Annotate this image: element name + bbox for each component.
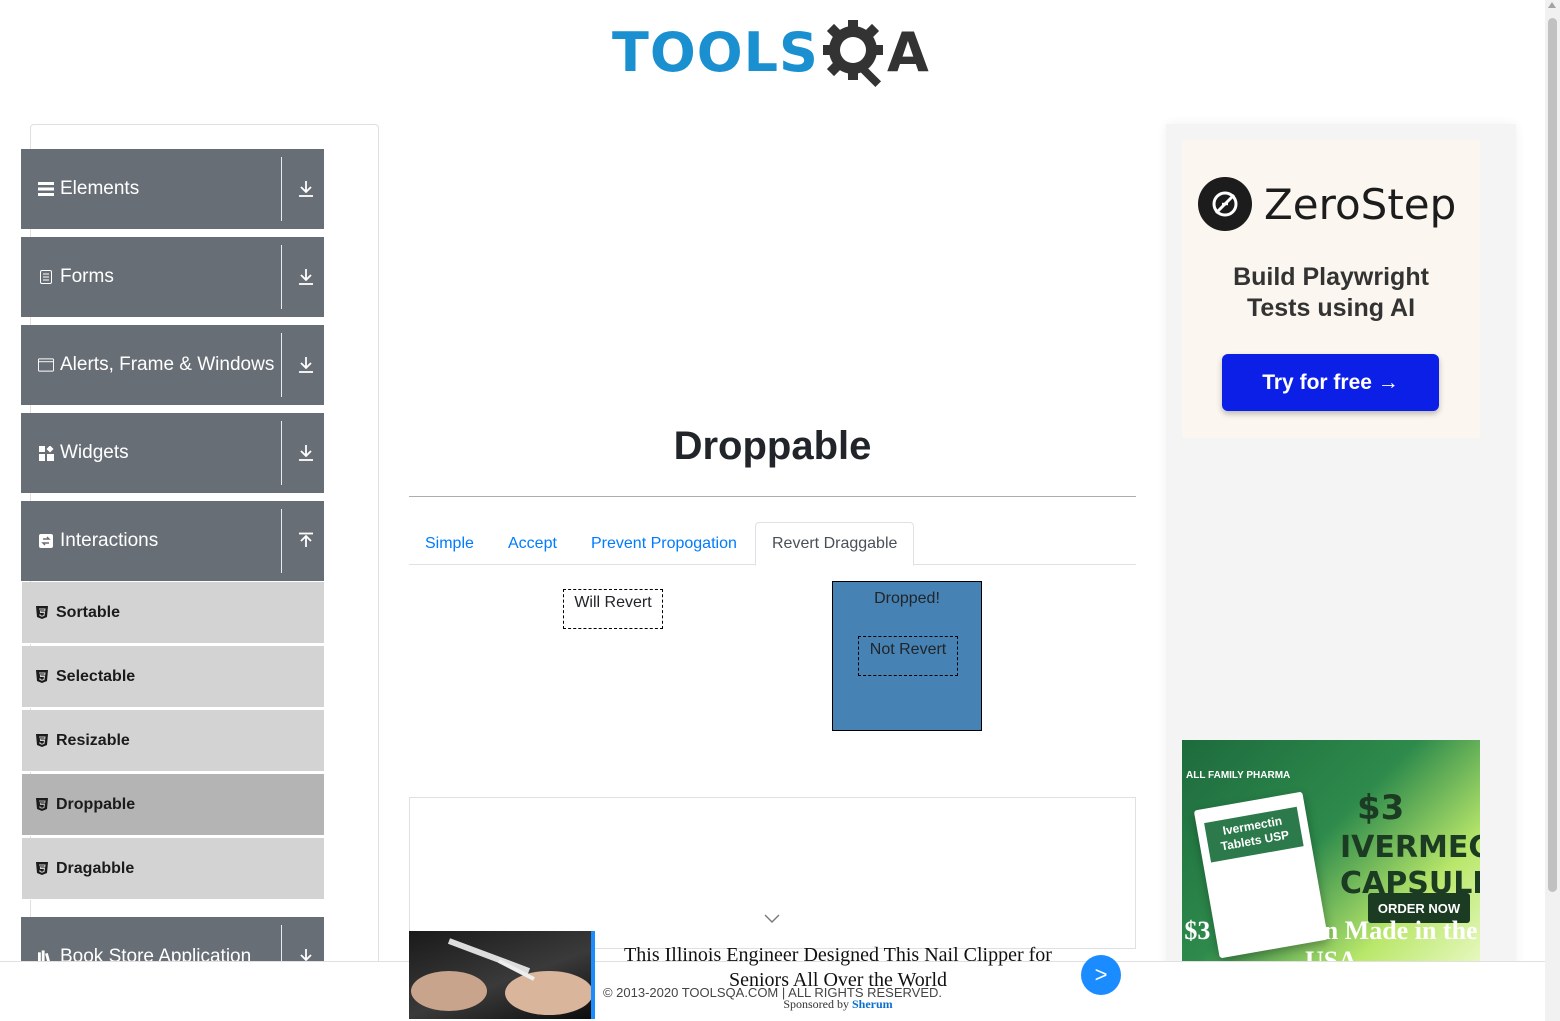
chevron-down-icon[interactable] [764, 914, 780, 924]
logo-text: TOOLS [612, 21, 819, 84]
zerostep-brand: ZeroStep [1264, 180, 1457, 229]
sidebar-item-resizable[interactable]: Resizable [22, 710, 324, 772]
sidebar-group-alerts-frame-windows[interactable]: Alerts, Frame & Windows [21, 325, 324, 405]
sidebar-group-elements[interactable]: Elements [21, 149, 324, 229]
sidebar-group-label: Alerts, Frame & Windows [60, 354, 275, 375]
scrollbar-thumb[interactable] [1548, 18, 1557, 892]
divider [281, 157, 282, 221]
sidebar-group-interactions[interactable]: Interactions [21, 501, 324, 581]
gear-magnifier-icon [822, 20, 883, 88]
document-icon [38, 269, 54, 285]
window-icon [38, 357, 54, 373]
ad-accent-bar [591, 931, 595, 1019]
expand-download-icon[interactable] [297, 267, 315, 287]
page-title: Droppable [673, 424, 872, 468]
logo-a: A [886, 21, 929, 84]
divider [281, 245, 282, 309]
ad-frame [409, 797, 1136, 949]
nail-clipper-image [409, 931, 591, 1019]
divider [281, 333, 282, 397]
ad-price: $3 [1357, 788, 1405, 828]
will-revert-draggable[interactable]: Will Revert [563, 589, 663, 629]
collapse-upload-icon[interactable] [297, 531, 315, 551]
not-revert-draggable[interactable]: Not Revert [858, 636, 958, 676]
next-arrow-button[interactable]: > [1081, 955, 1121, 995]
sponsored-prefix: Sponsored by [783, 997, 849, 1011]
sidebar-item-selectable[interactable]: Selectable [22, 646, 324, 708]
zerostep-tagline-line: Tests using AI [1246, 294, 1416, 322]
zerostep-ad[interactable]: ZeroStep Build Playwright Tests using AI… [1182, 140, 1480, 438]
zerostep-tagline-line: Build Playwright [1233, 263, 1429, 291]
html5-icon [36, 862, 48, 875]
ivermectin-ad[interactable]: ALL FAMILY PHARMA Ivermectin Tablets USP… [1182, 740, 1480, 970]
sidebar-item-sortable[interactable]: Sortable [22, 582, 324, 644]
medicine-box-label: Ivermectin Tablets USP [1204, 806, 1304, 863]
widgets-icon [38, 445, 54, 461]
zerostep-tagline: Build Playwright Tests using AI [1182, 262, 1480, 324]
tab-accept[interactable]: Accept [492, 522, 573, 565]
divider [281, 509, 282, 573]
tab-prevent-propogation[interactable]: Prevent Propogation [575, 522, 753, 565]
divider [281, 421, 282, 485]
pharma-brand-logo: ALL FAMILY PHARMA [1186, 770, 1291, 781]
html5-icon [36, 798, 48, 811]
sponsored-ad[interactable]: This Illinois Engineer Designed This Nai… [409, 931, 1139, 1021]
expand-download-icon[interactable] [297, 179, 315, 199]
try-for-free-button[interactable]: Try for free → [1222, 354, 1439, 411]
html5-icon [36, 670, 48, 683]
sidebar-item-droppable[interactable]: Droppable [22, 774, 324, 836]
sidebar-item-label: Selectable [56, 667, 136, 685]
list-icon [38, 181, 54, 197]
ad-product-name-line: IVERMECTIN [1340, 830, 1480, 865]
sidebar-item-label: Resizable [56, 731, 130, 749]
zerostep-logo-icon [1198, 177, 1252, 231]
title-divider [409, 496, 1136, 497]
sidebar-group-label: Widgets [60, 442, 129, 463]
tab-simple[interactable]: Simple [409, 522, 490, 565]
sidebar-item-label: Droppable [56, 795, 136, 813]
sidebar-item-label: Sortable [56, 603, 121, 621]
sidebar-group-label: Forms [60, 266, 114, 287]
drop-target-label: Dropped! [874, 590, 940, 607]
sidebar-group-forms[interactable]: Forms [21, 237, 324, 317]
interaction-icon [38, 533, 54, 549]
sponsored-by: Sponsored by Sherum [613, 997, 1063, 1012]
sponsored-headline[interactable]: This Illinois Engineer Designed This Nai… [613, 943, 1063, 993]
ad-product-name: IVERMECTIN CAPSULES [1340, 830, 1480, 902]
html5-icon [36, 606, 48, 619]
scroll-up-arrow-icon[interactable] [1548, 2, 1556, 8]
expand-download-icon[interactable] [297, 355, 315, 375]
sidebar-item-dragabble[interactable]: Dragabble [22, 838, 324, 900]
page: TOOLS A Elements Forms Alerts, Frame & W… [0, 0, 1560, 1021]
sponsor-name[interactable]: Sherum [852, 997, 893, 1011]
droppable-tabs: Simple Accept Prevent Propogation Revert… [409, 522, 1136, 566]
expand-download-icon[interactable] [297, 443, 315, 463]
sidebar-item-label: Dragabble [56, 859, 135, 877]
html5-icon [36, 734, 48, 747]
sidebar-group-label: Elements [60, 178, 140, 199]
toolsqa-logo[interactable]: TOOLS A [612, 14, 936, 92]
page-scrollbar[interactable] [1545, 0, 1560, 1021]
sidebar-group-widgets[interactable]: Widgets [21, 413, 324, 493]
sidebar-group-label: Interactions [60, 530, 159, 551]
tab-revert-draggable[interactable]: Revert Draggable [755, 522, 915, 566]
